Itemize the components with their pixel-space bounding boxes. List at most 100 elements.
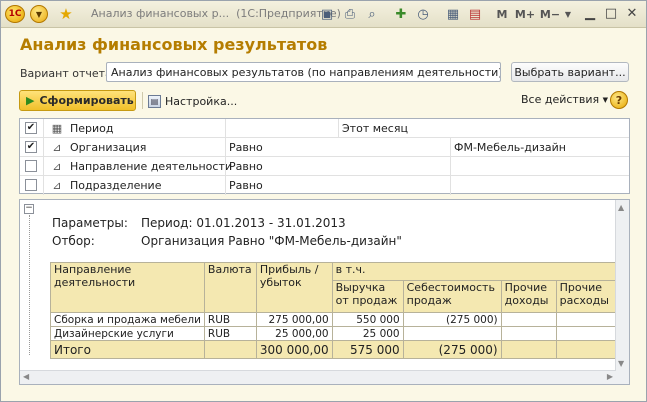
col-revenue-header: Выручка от продаж [331, 280, 404, 313]
toolbar-separator [142, 92, 143, 109]
col-currency-header: Валюта [203, 262, 257, 313]
cell-cost: (275 000) [402, 312, 502, 327]
all-actions-menu[interactable]: Все действия ▼ [521, 93, 608, 106]
variant-label: Вариант отчета: [20, 67, 116, 80]
row-checkbox[interactable] [25, 160, 37, 172]
settings-label: Настройка... [165, 94, 238, 108]
row-checkbox[interactable] [25, 179, 37, 191]
setting-value[interactable]: Этот месяц [342, 122, 408, 135]
settings-row[interactable]: ⊿ Подразделение Равно [20, 176, 629, 195]
title-bar: 1С ▼ ★ Анализ финансовых р... (1С:Предпр… [1, 1, 646, 28]
filter-field-icon: ⊿ [52, 159, 62, 173]
settings-row[interactable]: ⊿ Направление деятельности Равно [20, 157, 629, 176]
filter-value: Организация Равно "ФМ-Мебель-дизайн" [141, 234, 402, 248]
filter-label: Отбор: [52, 234, 95, 248]
cell-revenue: 550 000 [331, 312, 404, 327]
filter-field-icon: ⊿ [52, 178, 62, 192]
col-including-header: в т.ч. [331, 262, 616, 281]
setting-comparison[interactable]: Равно [229, 179, 263, 192]
scroll-left-icon[interactable]: ◀ [23, 372, 29, 381]
setting-comparison[interactable]: Равно [229, 141, 263, 154]
cell-other-income [500, 326, 557, 341]
params-value: Период: 01.01.2013 - 31.01.2013 [141, 216, 346, 230]
row-checkbox[interactable]: ✔ [25, 122, 37, 134]
variant-input[interactable]: Анализ финансовых результатов (по направ… [106, 62, 501, 82]
toolbar-dropdown-icon[interactable]: ▼ [563, 5, 573, 23]
generate-label: Сформировать [39, 94, 134, 107]
group-tree-line [29, 215, 30, 355]
cell-direction: Дизайнерские услуги [50, 326, 205, 341]
history-icon[interactable]: ◷ [415, 5, 431, 23]
total-row[interactable]: Итого 300 000,00 575 000 (275 000) [50, 340, 616, 359]
collapse-group-icon[interactable]: − [24, 204, 34, 214]
1c-logo-icon[interactable]: 1С [5, 5, 25, 23]
scroll-down-icon[interactable]: ▼ [618, 359, 624, 368]
total-profit: 300 000,00 [255, 340, 333, 359]
cell-other-expenses [555, 312, 616, 327]
cell-currency: RUB [203, 312, 257, 327]
report-window: 1С ▼ ★ Анализ финансовых р... (1С:Предпр… [0, 0, 647, 402]
calculator-icon[interactable]: ▦ [445, 5, 461, 23]
report-table: Направление деятельности Валюта Прибыль … [50, 262, 616, 359]
setting-field: Организация [70, 141, 147, 154]
vertical-scrollbar[interactable]: ▲ ▼ [615, 200, 629, 384]
cell-cost [402, 326, 502, 341]
main-menu-icon[interactable]: ▼ [30, 5, 48, 23]
memory-minus-button[interactable]: M− [540, 5, 560, 23]
page-title: Анализ финансовых результатов [20, 35, 328, 54]
horizontal-scrollbar[interactable]: ◀ ▶ [20, 370, 616, 384]
print-icon[interactable]: ⎙ [342, 5, 358, 23]
cell-other-expenses [555, 326, 616, 341]
scroll-up-icon[interactable]: ▲ [618, 203, 624, 212]
window-title-text: Анализ финансовых р... [91, 7, 230, 20]
total-revenue: 575 000 [331, 340, 404, 359]
memory-m-button[interactable]: M [495, 5, 509, 23]
cell-profit: 25 000,00 [255, 326, 333, 341]
total-currency [203, 340, 257, 359]
params-label: Параметры: [52, 216, 128, 230]
filter-field-icon: ⊿ [52, 140, 62, 154]
settings-row[interactable]: ✔ ▦ Период Этот месяц [20, 119, 629, 138]
close-icon[interactable]: ✕ [623, 4, 641, 22]
report-area: − Параметры: Период: 01.01.2013 - 31.01.… [19, 199, 630, 385]
add-favorite-icon[interactable]: ✚ [393, 5, 409, 23]
chevron-down-icon: ▼ [602, 96, 608, 104]
settings-icon: ▤ [148, 94, 161, 108]
preview-icon[interactable]: ⌕ [364, 5, 380, 23]
minimize-icon[interactable]: ▁ [581, 4, 599, 22]
all-actions-label: Все действия [521, 93, 600, 106]
table-row[interactable]: Сборка и продажа мебели RUB 275 000,00 5… [50, 312, 616, 327]
setting-value[interactable]: ФМ-Мебель-дизайн [454, 141, 566, 154]
total-other-expenses [555, 340, 616, 359]
settings-row[interactable]: ✔ ⊿ Организация Равно ФМ-Мебель-дизайн [20, 138, 629, 157]
col-other-expenses-header: Прочие расходы [555, 280, 616, 313]
play-icon: ▶ [26, 94, 35, 107]
col-other-income-header: Прочие доходы [500, 280, 557, 313]
setting-comparison[interactable]: Равно [229, 160, 263, 173]
generate-button[interactable]: ▶ Сформировать [19, 90, 136, 111]
settings-button[interactable]: ▤ Настройка... [148, 92, 237, 110]
cell-revenue: 25 000 [331, 326, 404, 341]
cell-profit: 275 000,00 [255, 312, 333, 327]
row-checkbox[interactable]: ✔ [25, 141, 37, 153]
scroll-right-icon[interactable]: ▶ [607, 372, 613, 381]
select-variant-button[interactable]: Выбрать вариант... [511, 62, 629, 82]
maximize-icon[interactable]: □ [602, 4, 620, 22]
memory-plus-button[interactable]: M+ [515, 5, 535, 23]
period-field-icon: ▦ [51, 121, 63, 135]
settings-grid: ✔ ▦ Период Этот месяц ✔ ⊿ Организация Ра… [19, 118, 630, 195]
cell-other-income [500, 312, 557, 327]
save-icon[interactable]: ▣ [319, 5, 335, 23]
cell-direction: Сборка и продажа мебели [50, 312, 205, 327]
col-profit-header: Прибыль / убыток [255, 262, 333, 313]
total-other-income [500, 340, 557, 359]
setting-field: Период [70, 122, 114, 135]
favorites-star-icon[interactable]: ★ [57, 5, 75, 23]
setting-field: Направление деятельности [70, 160, 233, 173]
setting-field: Подразделение [70, 179, 162, 192]
table-row[interactable]: Дизайнерские услуги RUB 25 000,00 25 000 [50, 326, 616, 341]
help-button[interactable]: ? [610, 91, 628, 109]
col-direction-header: Направление деятельности [50, 262, 205, 313]
cell-currency: RUB [203, 326, 257, 341]
calendar-icon[interactable]: ▤ [467, 5, 483, 23]
